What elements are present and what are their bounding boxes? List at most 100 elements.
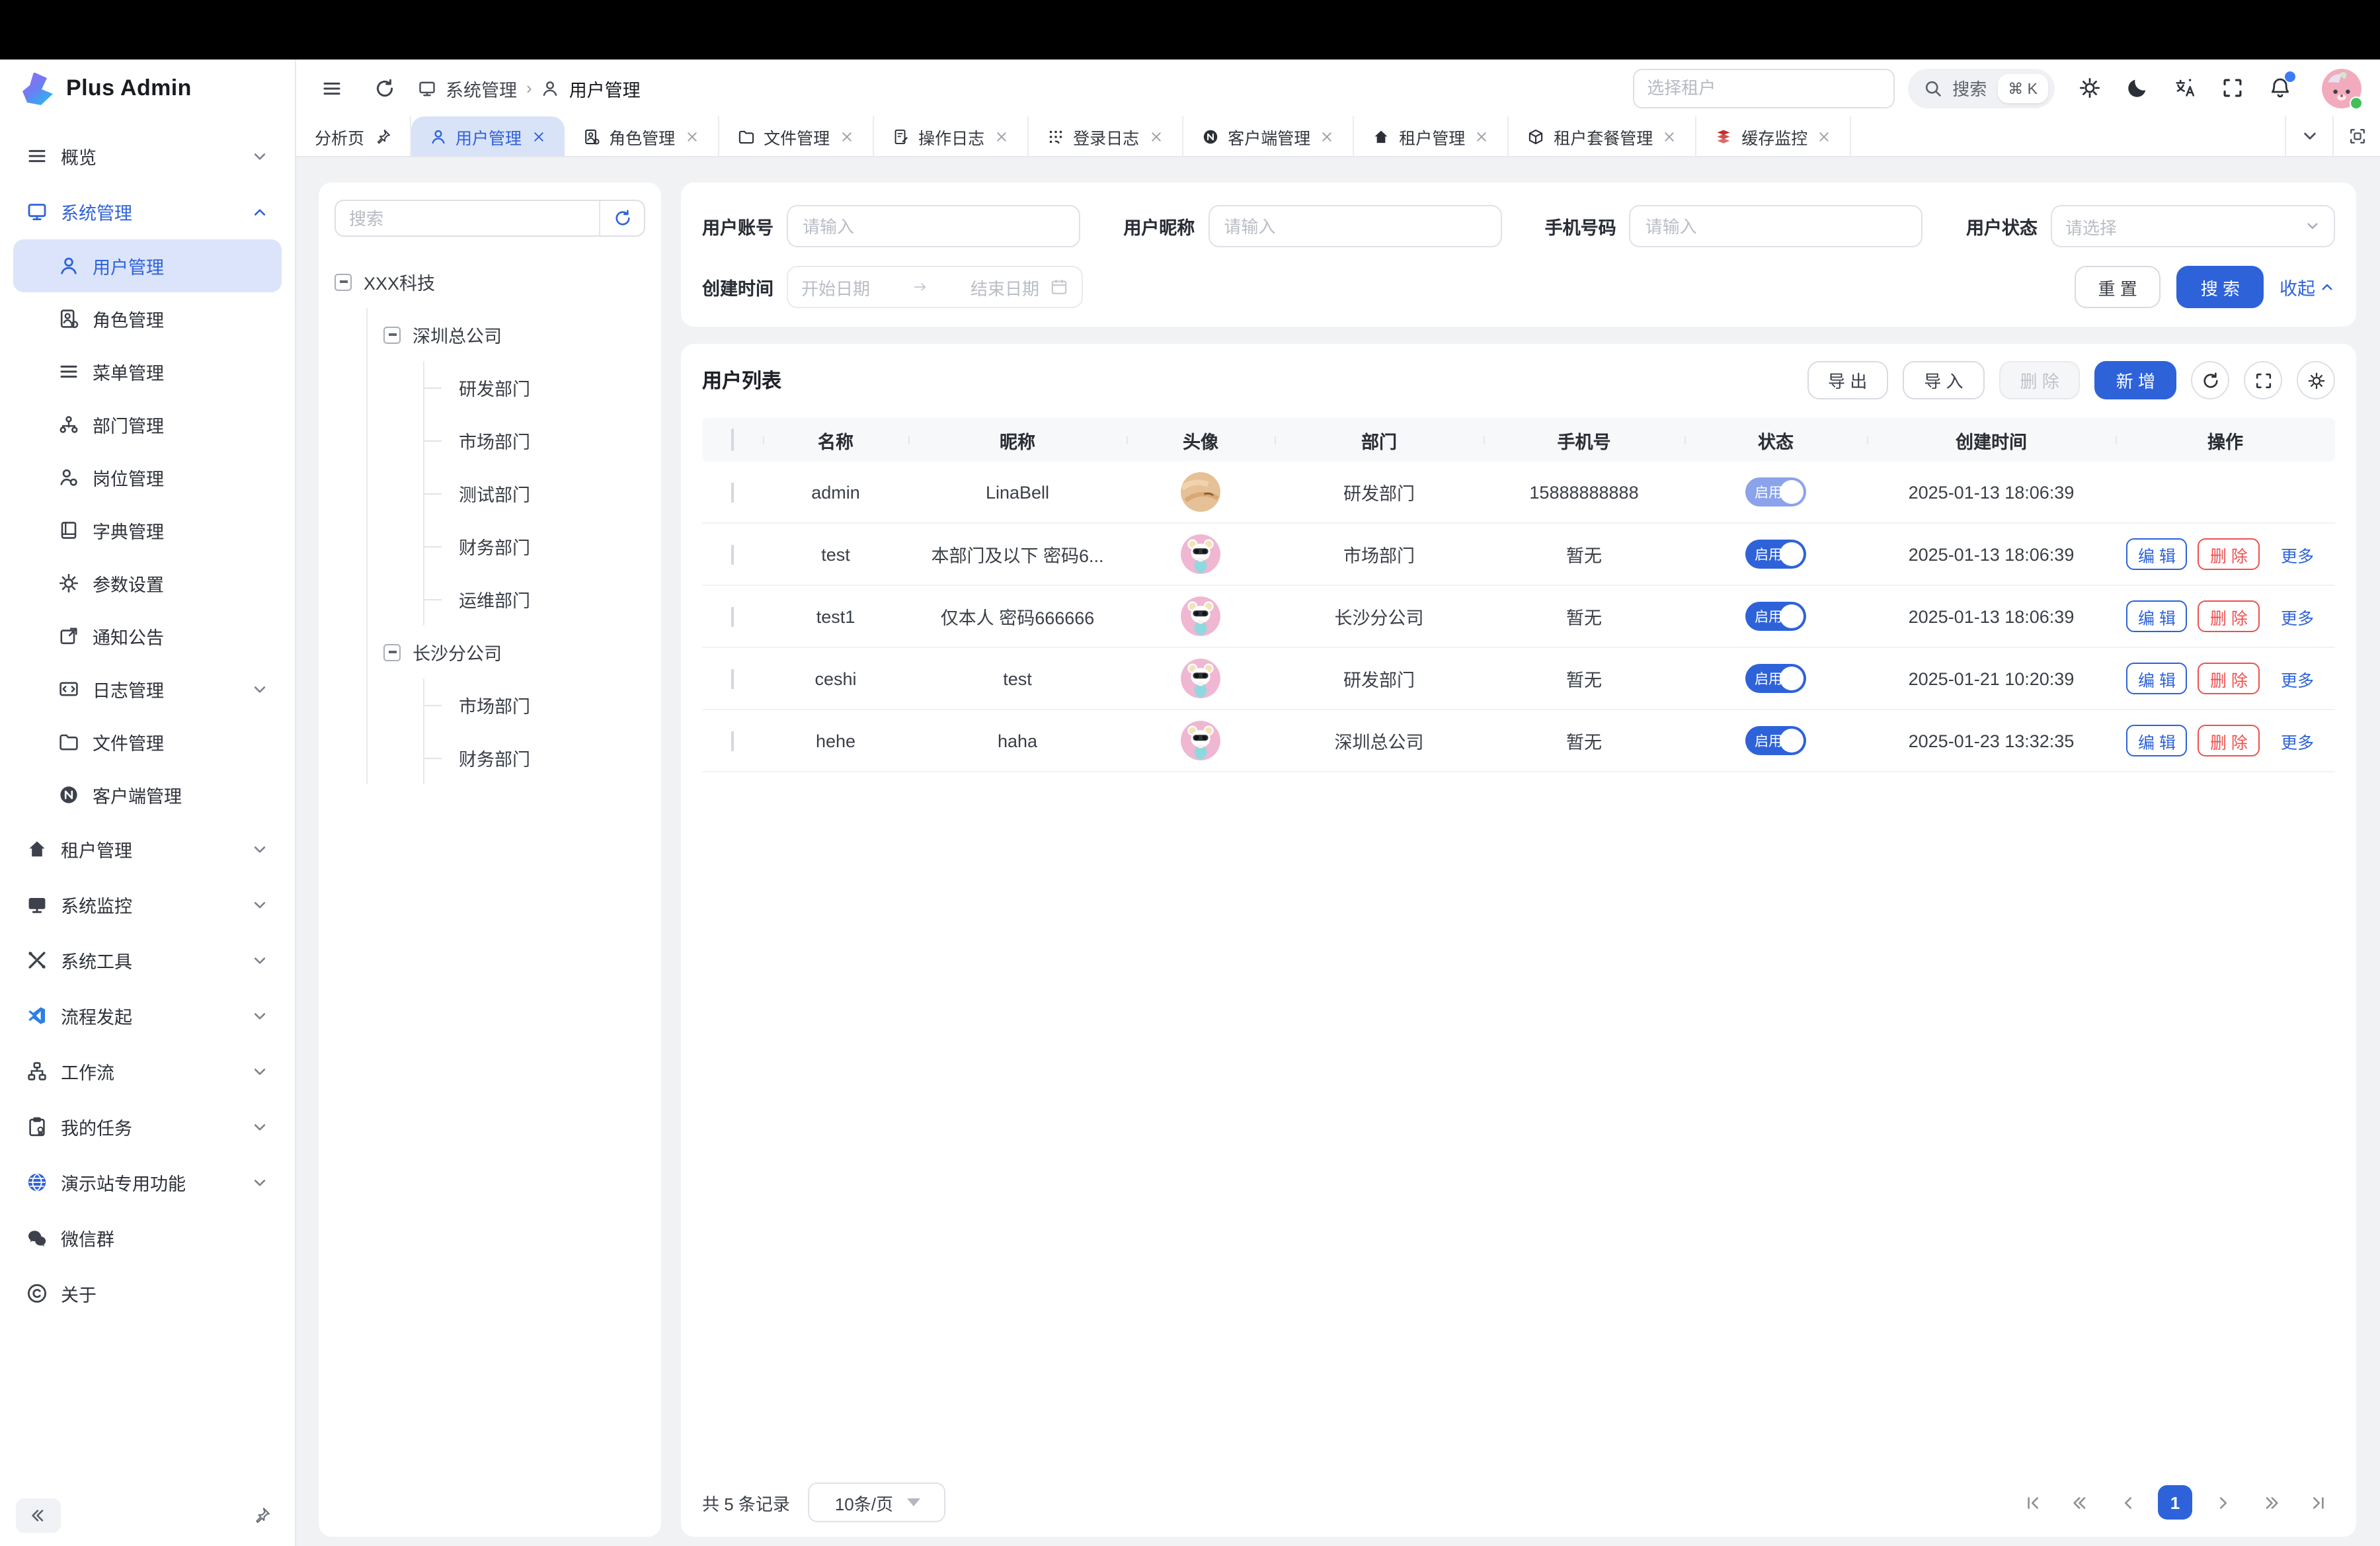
- fullscreen-button[interactable]: [2211, 67, 2253, 109]
- delete-row-button[interactable]: 删 除: [2198, 600, 2260, 632]
- sidebar-item-system-management[interactable]: 系统管理: [13, 184, 282, 239]
- prev-10-pages-button[interactable]: [2063, 1485, 2097, 1520]
- sidebar-item-file-management[interactable]: 文件管理: [13, 715, 282, 768]
- tab-user-management[interactable]: 用户管理: [411, 116, 564, 156]
- collapse-box-icon[interactable]: [335, 273, 352, 290]
- dark-mode-button[interactable]: [2116, 67, 2158, 109]
- tree-node-root[interactable]: XXX科技: [335, 255, 645, 308]
- sidebar-item-post-management[interactable]: 岗位管理: [13, 451, 282, 504]
- more-button[interactable]: 更多: [2270, 538, 2324, 570]
- global-search-button[interactable]: 搜索 ⌘ K: [1907, 68, 2055, 108]
- tab-tenant-package[interactable]: 租户套餐管理: [1509, 116, 1696, 156]
- select-all-checkbox[interactable]: [731, 428, 734, 451]
- user-account-input[interactable]: [787, 205, 1080, 247]
- export-button[interactable]: 导 出: [1807, 361, 1888, 399]
- reset-button[interactable]: 重 置: [2075, 266, 2161, 308]
- delete-row-button[interactable]: 删 除: [2198, 538, 2260, 570]
- sidebar-pin-button[interactable]: [245, 1498, 279, 1533]
- sidebar-item-menu-management[interactable]: 菜单管理: [13, 345, 282, 398]
- delete-row-button[interactable]: 删 除: [2198, 663, 2260, 694]
- edit-button[interactable]: 编 辑: [2126, 663, 2188, 694]
- tab-client-management[interactable]: 客户端管理: [1183, 116, 1354, 156]
- close-icon[interactable]: [994, 129, 1008, 143]
- tree-search-input[interactable]: [336, 208, 599, 228]
- sidebar-item-demo-features[interactable]: 演示站专用功能: [13, 1155, 282, 1210]
- status-toggle[interactable]: 启用: [1745, 477, 1806, 507]
- tree-node-leaf[interactable]: 财务部门: [424, 731, 645, 784]
- delete-button[interactable]: 删 除: [1999, 361, 2081, 399]
- notifications-button[interactable]: [2258, 67, 2301, 109]
- search-button[interactable]: 搜 索: [2177, 266, 2264, 308]
- table-refresh-button[interactable]: [2191, 361, 2229, 399]
- sidebar-item-department-management[interactable]: 部门管理: [13, 398, 282, 451]
- close-icon[interactable]: [684, 129, 699, 143]
- sidebar-item-system-monitor[interactable]: 系统监控: [13, 877, 282, 932]
- user-avatar[interactable]: [2322, 68, 2361, 108]
- edit-button[interactable]: 编 辑: [2126, 600, 2188, 632]
- close-icon[interactable]: [1320, 129, 1334, 143]
- hamburger-menu-button[interactable]: [312, 68, 352, 108]
- close-icon[interactable]: [1474, 129, 1489, 143]
- tab-role-management[interactable]: 角色管理: [564, 116, 719, 156]
- collapse-box-icon[interactable]: [383, 643, 401, 661]
- sidebar-item-my-tasks[interactable]: 我的任务: [13, 1099, 282, 1155]
- tab-list-dropdown-button[interactable]: [2285, 116, 2332, 156]
- tab-login-log[interactable]: 登录日志: [1028, 116, 1183, 156]
- more-button[interactable]: 更多: [2270, 725, 2324, 756]
- edit-button[interactable]: 编 辑: [2126, 538, 2188, 570]
- tree-node-leaf[interactable]: 市场部门: [424, 414, 645, 467]
- close-icon[interactable]: [1148, 129, 1163, 143]
- refresh-page-button[interactable]: [365, 68, 405, 108]
- last-page-button[interactable]: [2301, 1485, 2335, 1520]
- sidebar-item-wechat-group[interactable]: 微信群: [13, 1210, 282, 1266]
- tree-node-branch[interactable]: 深圳总公司: [368, 308, 645, 361]
- sidebar-item-dict-management[interactable]: 字典管理: [13, 504, 282, 557]
- sidebar-item-notice[interactable]: 通知公告: [13, 610, 282, 663]
- phone-number-input[interactable]: [1630, 205, 1923, 247]
- tab-file-management[interactable]: 文件管理: [719, 116, 873, 156]
- sidebar-item-about[interactable]: 关于: [13, 1266, 282, 1321]
- content-fullscreen-button[interactable]: [2332, 116, 2380, 156]
- close-icon[interactable]: [1662, 129, 1677, 143]
- breadcrumb-section[interactable]: 系统管理: [446, 75, 517, 101]
- sidebar-item-workflow[interactable]: 工作流: [13, 1043, 282, 1099]
- row-checkbox[interactable]: [731, 731, 734, 751]
- tree-node-leaf[interactable]: 市场部门: [424, 678, 645, 731]
- close-icon[interactable]: [839, 129, 853, 143]
- tree-refresh-button[interactable]: [599, 201, 644, 235]
- tree-node-leaf[interactable]: 运维部门: [424, 573, 645, 626]
- sidebar-item-system-tools[interactable]: 系统工具: [13, 932, 282, 988]
- sidebar-item-param-settings[interactable]: 参数设置: [13, 557, 282, 610]
- import-button[interactable]: 导 入: [1903, 361, 1984, 399]
- next-page-button[interactable]: [2205, 1485, 2240, 1520]
- close-icon[interactable]: [1817, 129, 1831, 143]
- sidebar-item-overview[interactable]: 概览: [13, 128, 282, 184]
- sidebar-item-tenant-management[interactable]: 租户管理: [13, 821, 282, 877]
- tenant-select-input[interactable]: [1632, 68, 1894, 108]
- settings-button[interactable]: [2068, 67, 2110, 109]
- prev-page-button[interactable]: [2110, 1485, 2145, 1520]
- more-button[interactable]: 更多: [2270, 663, 2324, 694]
- row-checkbox[interactable]: [731, 669, 734, 688]
- next-10-pages-button[interactable]: [2253, 1485, 2287, 1520]
- tree-node-leaf[interactable]: 财务部门: [424, 520, 645, 573]
- row-checkbox[interactable]: [731, 606, 734, 626]
- tree-node-branch[interactable]: 长沙分公司: [368, 626, 645, 678]
- created-date-range-picker[interactable]: 开始日期 结束日期: [787, 266, 1083, 308]
- sidebar-collapse-button[interactable]: [16, 1498, 61, 1533]
- user-nickname-input[interactable]: [1208, 205, 1501, 247]
- current-page-button[interactable]: 1: [2158, 1485, 2192, 1520]
- status-toggle[interactable]: 启用: [1745, 664, 1806, 693]
- row-checkbox[interactable]: [731, 482, 734, 502]
- table-fullscreen-button[interactable]: [2244, 361, 2282, 399]
- tree-node-leaf[interactable]: 研发部门: [424, 361, 645, 414]
- user-status-select[interactable]: 请选择: [2051, 205, 2335, 247]
- tab-cache-monitor[interactable]: 缓存监控: [1696, 116, 1851, 156]
- tab-analysis[interactable]: 分析页: [296, 116, 411, 156]
- status-toggle[interactable]: 启用: [1745, 726, 1806, 755]
- status-toggle[interactable]: 启用: [1745, 540, 1806, 569]
- sidebar-item-client-management[interactable]: 客户端管理: [13, 768, 282, 821]
- status-toggle[interactable]: 启用: [1745, 602, 1806, 631]
- tab-operation-log[interactable]: 操作日志: [873, 116, 1028, 156]
- page-size-select[interactable]: 10条/页: [809, 1483, 946, 1522]
